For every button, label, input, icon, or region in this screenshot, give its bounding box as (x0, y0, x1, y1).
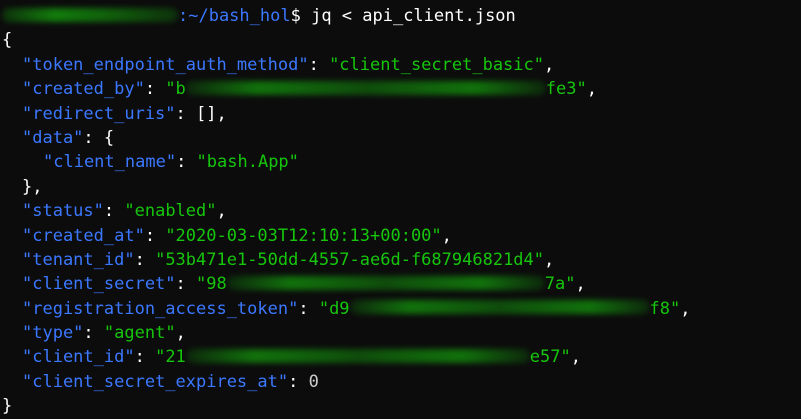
redacted-value (185, 80, 546, 95)
json-value: "bash.App" (196, 152, 299, 173)
json-value: "client_secret_basic" (329, 54, 544, 75)
json-entry-registration-access-token: "registration_access_token": "d9 f8", (22, 298, 691, 319)
json-entry-created-at: "created_at": "2020-03-03T12:10:13+00:00… (22, 225, 452, 246)
json-entry-client-name: "client_name": "bash.App" (43, 152, 299, 173)
redacted-value (226, 275, 545, 290)
json-entry-created-by: "created_by": "b fe3", (22, 79, 597, 100)
json-entry-data: "data": { (22, 127, 115, 148)
json-key: "client_secret" (22, 274, 176, 295)
json-key: "client_secret_expires_at" (22, 371, 289, 392)
json-value-start: "d9 (318, 298, 350, 319)
json-key: "created_by" (22, 79, 145, 100)
json-key: "redirect_uris" (22, 103, 176, 124)
redacted-value (349, 300, 650, 315)
json-key: "data" (22, 127, 84, 148)
prompt-symbol: $ (290, 6, 301, 26)
json-entry-type: "type": "agent", (22, 323, 186, 344)
json-value-end: f8" (649, 298, 681, 319)
json-key: "registration_access_token" (22, 298, 299, 319)
json-entry-tenant-id: "tenant_id": "53b471e1-50dd-4557-ae6d-f6… (22, 249, 555, 270)
json-entry-redirect-uris: "redirect_uris": [], (22, 103, 227, 124)
command-text: jq < api_client.json (300, 6, 516, 26)
json-value-end: 7a" (544, 274, 576, 295)
json-entry-client-id: "client_id": "21 e57", (22, 347, 581, 368)
json-key: "status" (22, 201, 104, 222)
json-entry-token-endpoint-auth-method: "token_endpoint_auth_method": "client_se… (22, 54, 555, 75)
prompt-path: :~/bash_hol (178, 6, 291, 26)
json-value-end: e57" (529, 347, 571, 368)
json-value: "53b471e1-50dd-4557-ae6d-f687946821d4" (155, 249, 545, 270)
json-key: "token_endpoint_auth_method" (22, 54, 309, 75)
json-key: "type" (22, 323, 84, 344)
json-key: "tenant_id" (22, 249, 135, 270)
json-key: "client_name" (43, 152, 177, 173)
json-open-brace: { (2, 30, 13, 51)
json-key: "client_id" (22, 347, 135, 368)
json-entry-client-secret-expires-at: "client_secret_expires_at": 0 (22, 371, 319, 392)
json-object-open: { (103, 127, 115, 148)
terminal-window[interactable]: :~/bash_hol$ jq < api_client.json { "tok… (0, 0, 801, 416)
json-value-start: "21 (155, 347, 186, 368)
json-value-start: "98 (196, 274, 227, 295)
json-entry-status: "status": "enabled", (22, 201, 227, 222)
json-object-close: }, (22, 176, 43, 197)
redacted-value (185, 348, 530, 363)
json-key: "created_at" (22, 225, 145, 246)
json-value-end: fe3" (545, 79, 587, 100)
json-value: 0 (308, 371, 319, 392)
json-entry-client-secret: "client_secret": "98 7a", (22, 274, 586, 295)
json-value: [] (196, 103, 217, 124)
json-value: "enabled" (124, 201, 217, 222)
json-value: "agent" (103, 323, 176, 344)
redacted-username (2, 7, 178, 22)
prompt-line: :~/bash_hol$ jq < api_client.json (2, 4, 801, 28)
json-value: "2020-03-03T12:10:13+00:00" (165, 225, 442, 246)
json-value-start: "b (165, 79, 186, 100)
